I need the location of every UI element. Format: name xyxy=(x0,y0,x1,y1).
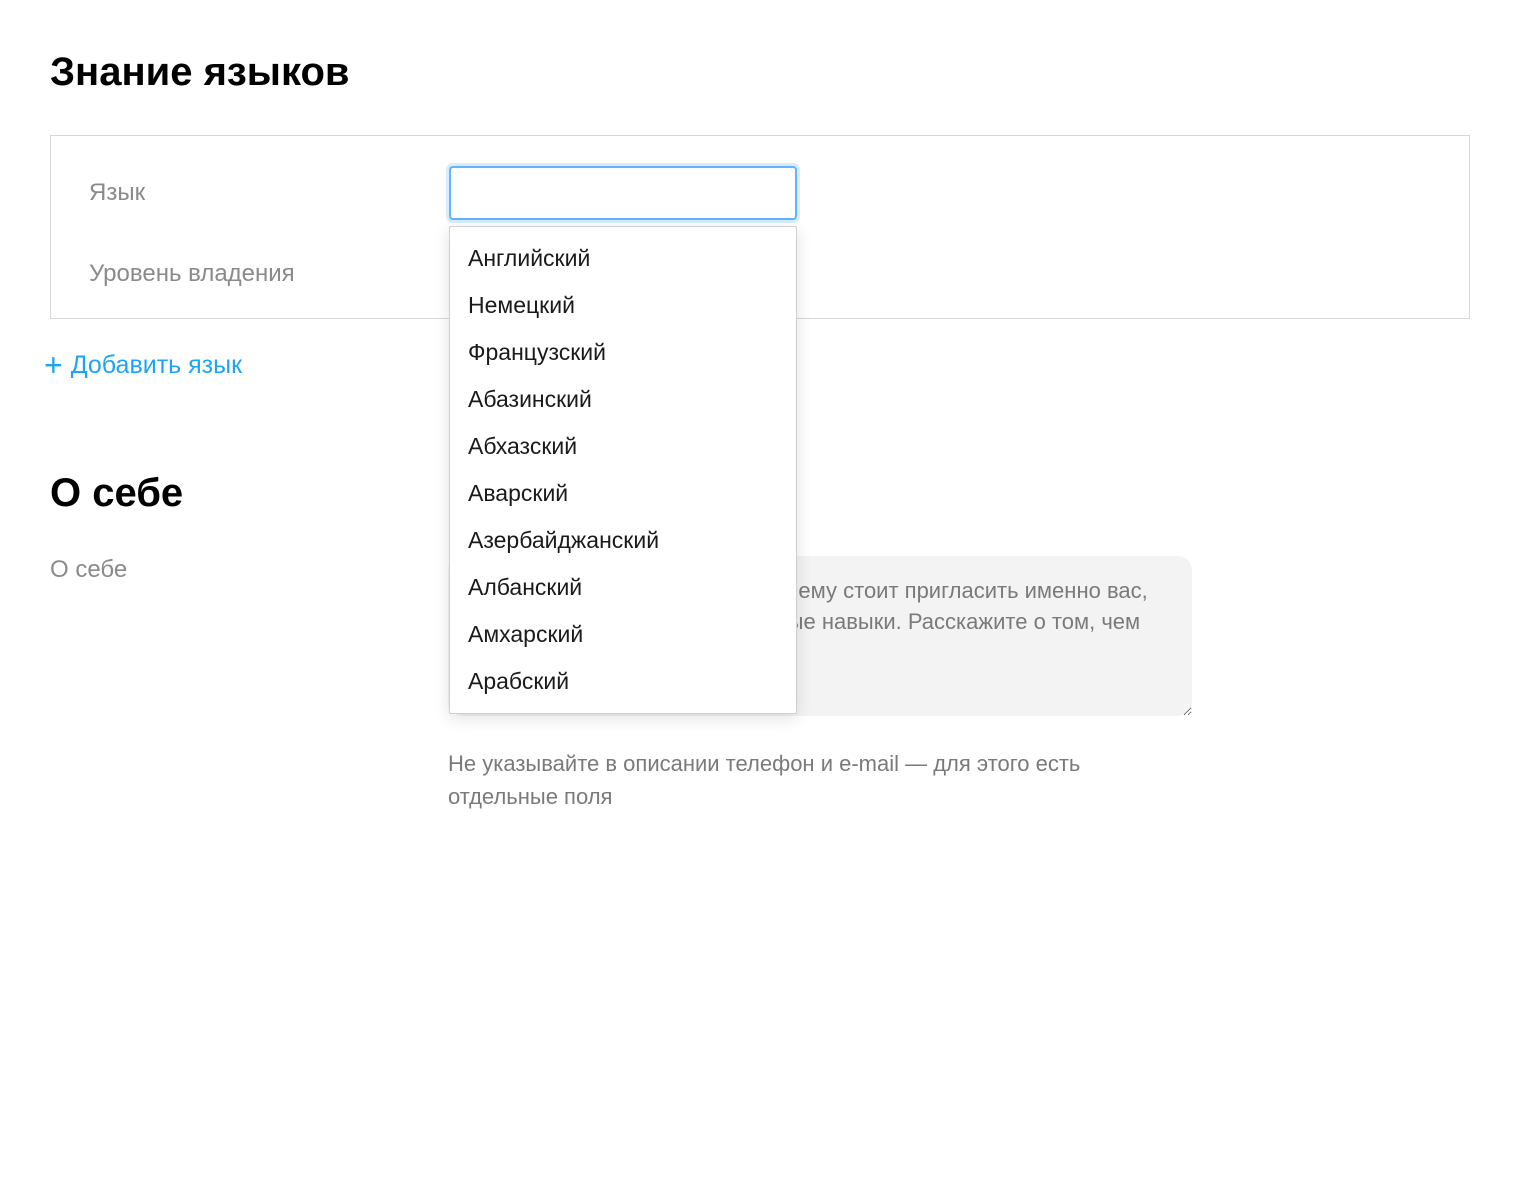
languages-section-title: Знание языков xyxy=(50,50,1470,95)
language-label: Язык xyxy=(89,179,449,207)
dropdown-item[interactable]: Албанский xyxy=(450,564,796,611)
dropdown-item[interactable]: Абхазский xyxy=(450,423,796,470)
dropdown-item[interactable]: Азербайджанский xyxy=(450,517,796,564)
language-dropdown: Английский Немецкий Французский Абазинск… xyxy=(449,226,797,714)
about-left-column: О себе xyxy=(50,556,448,584)
dropdown-item[interactable]: Арабский xyxy=(450,658,796,705)
about-hint: Не указывайте в описании телефон и e-mai… xyxy=(448,747,1148,813)
dropdown-item[interactable]: Французский xyxy=(450,329,796,376)
language-input-wrap: Английский Немецкий Французский Абазинск… xyxy=(449,166,797,220)
language-input[interactable] xyxy=(449,166,797,220)
dropdown-item[interactable]: Английский xyxy=(450,235,796,282)
dropdown-item[interactable]: Аварский xyxy=(450,470,796,517)
add-language-label: Добавить язык xyxy=(71,351,242,380)
add-language-button[interactable]: + Добавить язык xyxy=(44,349,242,381)
plus-icon: + xyxy=(44,349,63,381)
level-label: Уровень владения xyxy=(89,260,449,288)
dropdown-item[interactable]: Абазинский xyxy=(450,376,796,423)
dropdown-item[interactable]: Амхарский xyxy=(450,611,796,658)
language-box: Язык Английский Немецкий Французский Аба… xyxy=(50,135,1470,319)
language-field-row: Язык Английский Немецкий Французский Аба… xyxy=(89,166,1431,220)
about-subtitle: О себе xyxy=(50,556,448,584)
dropdown-item[interactable]: Немецкий xyxy=(450,282,796,329)
